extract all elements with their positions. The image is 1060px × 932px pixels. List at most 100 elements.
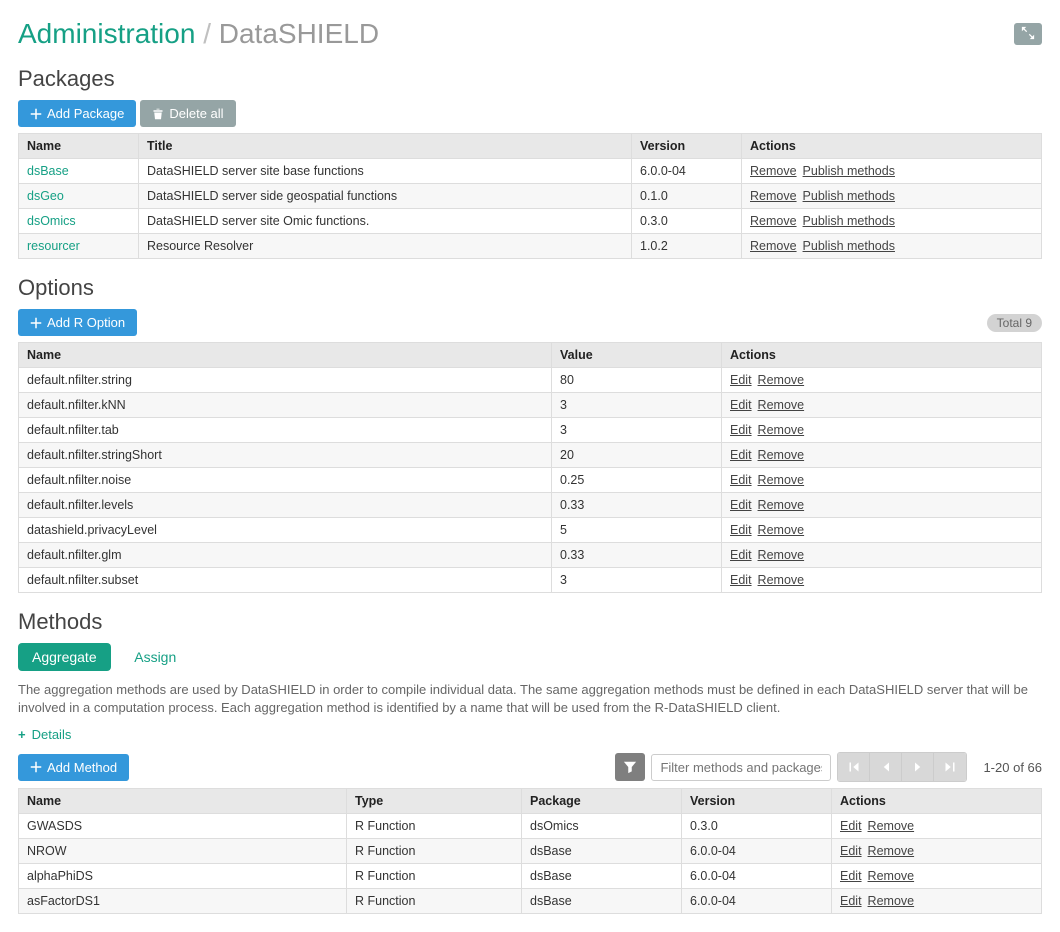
- method-name: alphaPhiDS: [19, 864, 347, 889]
- table-row: default.nfilter.tab3EditRemove: [19, 418, 1042, 443]
- edit-link[interactable]: Edit: [730, 373, 752, 387]
- remove-link[interactable]: Remove: [758, 548, 805, 562]
- col-actions: Actions: [722, 343, 1042, 368]
- package-name-link[interactable]: dsOmics: [27, 214, 76, 228]
- publish-link[interactable]: Publish methods: [803, 189, 895, 203]
- remove-link[interactable]: Remove: [758, 573, 805, 587]
- package-name-link[interactable]: dsGeo: [27, 189, 64, 203]
- filter-button[interactable]: [615, 753, 645, 781]
- table-row: GWASDSR FunctiondsOmics0.3.0EditRemove: [19, 814, 1042, 839]
- option-name: default.nfilter.stringShort: [19, 443, 552, 468]
- option-value: 3: [552, 568, 722, 593]
- plus-icon: +: [18, 727, 26, 742]
- edit-link[interactable]: Edit: [730, 548, 752, 562]
- remove-link[interactable]: Remove: [758, 498, 805, 512]
- edit-link[interactable]: Edit: [840, 819, 862, 833]
- add-package-button[interactable]: Add Package: [18, 100, 136, 127]
- method-type: R Function: [347, 889, 522, 914]
- packages-table: Name Title Version Actions dsBaseDataSHI…: [18, 133, 1042, 259]
- remove-link[interactable]: Remove: [868, 894, 915, 908]
- method-package: dsOmics: [522, 814, 682, 839]
- add-option-button[interactable]: Add R Option: [18, 309, 137, 336]
- package-version: 0.1.0: [632, 184, 742, 209]
- methods-table: Name Type Package Version Actions GWASDS…: [18, 788, 1042, 914]
- package-name-link[interactable]: resourcer: [27, 239, 80, 253]
- remove-link[interactable]: Remove: [868, 819, 915, 833]
- page-first-button[interactable]: [838, 753, 870, 781]
- remove-link[interactable]: Remove: [868, 844, 915, 858]
- table-row: alphaPhiDSR FunctiondsBase6.0.0-04EditRe…: [19, 864, 1042, 889]
- edit-link[interactable]: Edit: [730, 398, 752, 412]
- table-row: dsBaseDataSHIELD server site base functi…: [19, 159, 1042, 184]
- next-icon: [912, 761, 924, 773]
- method-name: GWASDS: [19, 814, 347, 839]
- remove-link[interactable]: Remove: [750, 189, 797, 203]
- details-label: Details: [32, 727, 72, 742]
- page-prev-button[interactable]: [870, 753, 902, 781]
- option-value: 20: [552, 443, 722, 468]
- package-title: DataSHIELD server side geospatial functi…: [139, 184, 632, 209]
- prev-icon: [880, 761, 892, 773]
- edit-link[interactable]: Edit: [730, 448, 752, 462]
- remove-link[interactable]: Remove: [758, 473, 805, 487]
- option-value: 80: [552, 368, 722, 393]
- options-title: Options: [18, 275, 1042, 301]
- expand-button[interactable]: [1014, 23, 1042, 45]
- table-row: dsOmics DataSHIELD server site Omic funct…: [19, 209, 1042, 234]
- package-name-link[interactable]: dsBase: [27, 164, 69, 178]
- edit-link[interactable]: Edit: [840, 844, 862, 858]
- remove-link[interactable]: Remove: [758, 373, 805, 387]
- table-row: default.nfilter.levels0.33EditRemove: [19, 493, 1042, 518]
- package-title: DataSHIELD server site Omic functions.: [139, 209, 632, 234]
- remove-link[interactable]: Remove: [758, 448, 805, 462]
- method-name: asFactorDS1: [19, 889, 347, 914]
- remove-link[interactable]: Remove: [868, 869, 915, 883]
- option-name: datashield.privacyLevel: [19, 518, 552, 543]
- remove-link[interactable]: Remove: [750, 214, 797, 228]
- delete-all-button[interactable]: Delete all: [140, 100, 235, 127]
- tab-assign[interactable]: Assign: [120, 643, 190, 671]
- edit-link[interactable]: Edit: [730, 573, 752, 587]
- remove-link[interactable]: Remove: [758, 398, 805, 412]
- pager: [837, 752, 967, 782]
- edit-link[interactable]: Edit: [730, 523, 752, 537]
- edit-link[interactable]: Edit: [730, 423, 752, 437]
- page-next-button[interactable]: [902, 753, 934, 781]
- edit-link[interactable]: Edit: [730, 473, 752, 487]
- remove-link[interactable]: Remove: [750, 164, 797, 178]
- package-title: Resource Resolver: [139, 234, 632, 259]
- method-type: R Function: [347, 839, 522, 864]
- remove-link[interactable]: Remove: [758, 523, 805, 537]
- table-row: NROWR FunctiondsBase6.0.0-04EditRemove: [19, 839, 1042, 864]
- method-package: dsBase: [522, 839, 682, 864]
- option-name: default.nfilter.subset: [19, 568, 552, 593]
- tab-aggregate[interactable]: Aggregate: [18, 643, 111, 671]
- option-value: 3: [552, 393, 722, 418]
- plus-icon: [30, 108, 42, 120]
- plus-icon: [30, 317, 42, 329]
- col-value: Value: [552, 343, 722, 368]
- page-last-button[interactable]: [934, 753, 966, 781]
- remove-link[interactable]: Remove: [750, 239, 797, 253]
- table-row: default.nfilter.glm0.33EditRemove: [19, 543, 1042, 568]
- col-version: Version: [632, 134, 742, 159]
- filter-input[interactable]: [651, 754, 831, 781]
- breadcrumb-root[interactable]: Administration: [18, 18, 195, 49]
- method-name: NROW: [19, 839, 347, 864]
- edit-link[interactable]: Edit: [840, 894, 862, 908]
- table-row: default.nfilter.kNN3EditRemove: [19, 393, 1042, 418]
- filter-icon: [623, 760, 637, 774]
- publish-link[interactable]: Publish methods: [803, 164, 895, 178]
- edit-link[interactable]: Edit: [730, 498, 752, 512]
- add-method-button[interactable]: Add Method: [18, 754, 129, 781]
- table-row: default.nfilter.string80EditRemove: [19, 368, 1042, 393]
- publish-link[interactable]: Publish methods: [803, 214, 895, 228]
- trash-icon: [152, 108, 164, 120]
- table-row: default.nfilter.noise0.25EditRemove: [19, 468, 1042, 493]
- remove-link[interactable]: Remove: [758, 423, 805, 437]
- methods-description: The aggregation methods are used by Data…: [18, 681, 1042, 717]
- details-toggle[interactable]: + Details: [18, 727, 71, 742]
- publish-link[interactable]: Publish methods: [803, 239, 895, 253]
- method-package: dsBase: [522, 864, 682, 889]
- edit-link[interactable]: Edit: [840, 869, 862, 883]
